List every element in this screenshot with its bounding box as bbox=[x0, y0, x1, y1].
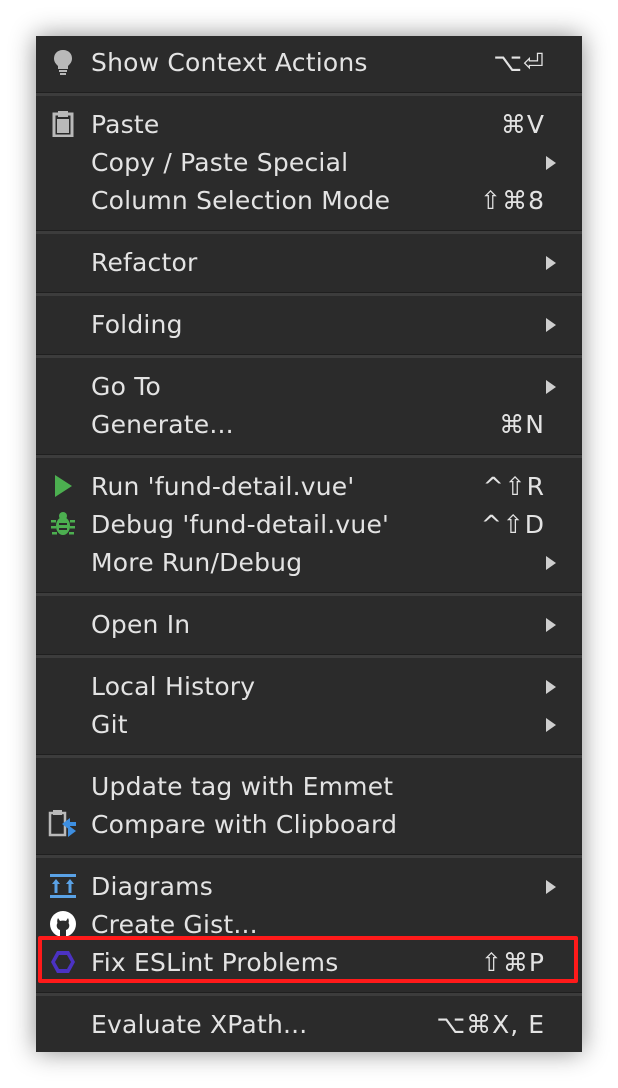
menu-item-go-to[interactable]: Go To bbox=[36, 367, 582, 405]
run-icon bbox=[48, 473, 78, 499]
highlight-annotation-box bbox=[38, 936, 578, 983]
separator bbox=[36, 992, 582, 996]
menu-item-shortcut: ^⇧D bbox=[480, 510, 545, 539]
menu-item-generate[interactable]: Generate... ⌘N bbox=[36, 405, 582, 443]
menu-item-debug[interactable]: Debug 'fund-detail.vue' ^⇧D bbox=[36, 505, 582, 543]
menu-item-more-run-debug[interactable]: More Run/Debug bbox=[36, 543, 582, 581]
menu-item-label: More Run/Debug bbox=[91, 548, 303, 577]
menu-item-shortcut: ⇧⌘8 bbox=[480, 186, 545, 215]
menu-item-label: Compare with Clipboard bbox=[91, 810, 398, 839]
menu-item-label: Generate... bbox=[91, 410, 234, 439]
menu-item-shortcut: ^⇧R bbox=[482, 472, 545, 501]
menu-item-run[interactable]: Run 'fund-detail.vue' ^⇧R bbox=[36, 467, 582, 505]
diagram-icon bbox=[48, 873, 78, 899]
menu-item-label: Evaluate XPath... bbox=[91, 1010, 308, 1039]
menu-item-shortcut: ⌥⏎ bbox=[493, 48, 545, 77]
submenu-arrow-icon bbox=[546, 380, 556, 394]
menu-item-label: Column Selection Mode bbox=[91, 186, 391, 215]
submenu-arrow-icon bbox=[546, 880, 556, 894]
menu-item-folding[interactable]: Folding bbox=[36, 305, 582, 343]
separator bbox=[36, 754, 582, 758]
bulb-icon bbox=[48, 49, 78, 75]
bug-icon bbox=[48, 511, 78, 537]
menu-item-update-tag-emmet[interactable]: Update tag with Emmet bbox=[36, 767, 582, 805]
menu-item-label: Debug 'fund-detail.vue' bbox=[91, 510, 390, 539]
menu-item-label: Run 'fund-detail.vue' bbox=[91, 472, 355, 501]
submenu-arrow-icon bbox=[546, 680, 556, 694]
menu-item-label: Paste bbox=[91, 110, 160, 139]
menu-item-shortcut: ⌘V bbox=[500, 110, 545, 139]
menu-item-show-context-actions[interactable]: Show Context Actions ⌥⏎ bbox=[36, 43, 582, 81]
submenu-arrow-icon bbox=[546, 256, 556, 270]
separator bbox=[36, 354, 582, 358]
menu-item-compare-clipboard[interactable]: Compare with Clipboard bbox=[36, 805, 582, 843]
menu-item-label: Copy / Paste Special bbox=[91, 148, 349, 177]
menu-item-label: Git bbox=[91, 710, 128, 739]
menu-item-shortcut: ⌘N bbox=[499, 410, 545, 439]
separator bbox=[36, 592, 582, 596]
menu-item-paste[interactable]: Paste ⌘V bbox=[36, 105, 582, 143]
menu-item-label: Refactor bbox=[91, 248, 198, 277]
clipboard-icon bbox=[48, 111, 78, 137]
menu-item-label: Go To bbox=[91, 372, 161, 401]
menu-item-local-history[interactable]: Local History bbox=[36, 667, 582, 705]
separator bbox=[36, 654, 582, 658]
separator bbox=[36, 292, 582, 296]
menu-item-label: Local History bbox=[91, 672, 256, 701]
separator bbox=[36, 454, 582, 458]
submenu-arrow-icon bbox=[546, 556, 556, 570]
submenu-arrow-icon bbox=[546, 618, 556, 632]
separator bbox=[36, 92, 582, 96]
menu-item-copy-paste-special[interactable]: Copy / Paste Special bbox=[36, 143, 582, 181]
context-menu: Show Context Actions ⌥⏎ Paste ⌘V Copy / … bbox=[36, 36, 582, 1052]
menu-item-open-in[interactable]: Open In bbox=[36, 605, 582, 643]
menu-item-git[interactable]: Git bbox=[36, 705, 582, 743]
submenu-arrow-icon bbox=[546, 718, 556, 732]
menu-item-label: Open In bbox=[91, 610, 191, 639]
compare-clipboard-icon bbox=[48, 810, 78, 837]
submenu-arrow-icon bbox=[546, 156, 556, 170]
menu-item-refactor[interactable]: Refactor bbox=[36, 243, 582, 281]
menu-item-label: Folding bbox=[91, 310, 183, 339]
menu-item-label: Diagrams bbox=[91, 872, 213, 901]
menu-item-label: Show Context Actions bbox=[91, 48, 368, 77]
submenu-arrow-icon bbox=[546, 318, 556, 332]
menu-item-diagrams[interactable]: Diagrams bbox=[36, 867, 582, 905]
menu-item-label: Create Gist... bbox=[91, 910, 258, 939]
menu-item-column-selection-mode[interactable]: Column Selection Mode ⇧⌘8 bbox=[36, 181, 582, 219]
github-icon bbox=[48, 911, 78, 937]
separator bbox=[36, 230, 582, 234]
separator bbox=[36, 854, 582, 858]
menu-item-shortcut: ⌥⌘X, E bbox=[436, 1010, 545, 1039]
menu-item-label: Update tag with Emmet bbox=[91, 772, 394, 801]
menu-item-evaluate-xpath[interactable]: Evaluate XPath... ⌥⌘X, E bbox=[36, 1005, 582, 1043]
